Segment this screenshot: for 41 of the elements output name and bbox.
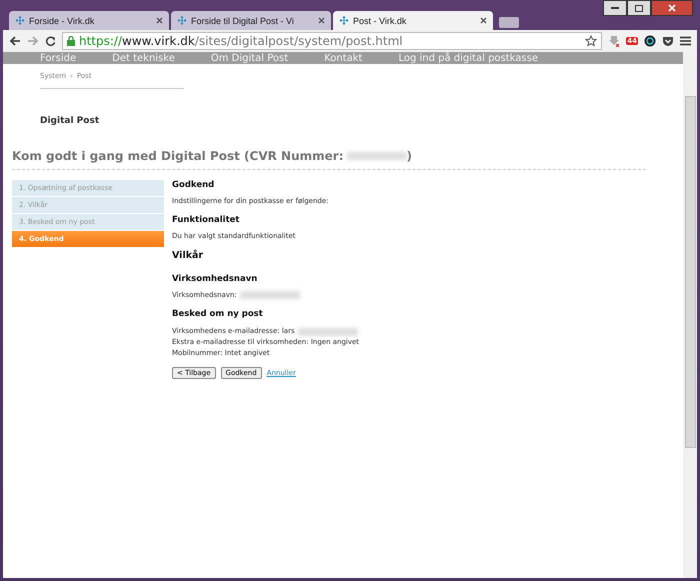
address-bar[interactable]: https://www.virk.dk/sites/digitalpost/system/post.html: [62, 32, 602, 50]
subheading: Virksomhedsnavn: [172, 274, 258, 284]
heading-parenthesis: ): [406, 149, 412, 163]
pocket-icon[interactable]: [662, 36, 674, 46]
nav-link[interactable]: Kontakt: [324, 53, 362, 64]
close-icon: [668, 4, 676, 12]
browser-tab[interactable]: Forside til Digital Post - Vi: [171, 11, 331, 30]
subheading: Funktionalitet: [172, 215, 240, 225]
close-icon[interactable]: [480, 17, 487, 24]
reload-icon[interactable]: [45, 36, 56, 46]
subheading: Vilkår: [172, 250, 204, 261]
lock-icon: [67, 36, 75, 46]
nav-link[interactable]: Forside: [40, 53, 76, 64]
close-button[interactable]: [651, 0, 693, 16]
url-text: https://www.virk.dk/sites/digitalpost/system/post.html: [79, 34, 403, 48]
menu-icon[interactable]: [680, 36, 691, 46]
nav-link[interactable]: Om Digital Post: [210, 53, 288, 64]
site-icon: [15, 16, 25, 25]
minimize-icon: [611, 6, 619, 10]
site-icon: [177, 16, 187, 25]
extension-icon[interactable]: [644, 35, 656, 47]
subheading: Godkend: [172, 180, 216, 190]
close-icon[interactable]: [318, 17, 325, 24]
download-icon[interactable]: [608, 35, 620, 47]
star-icon[interactable]: [585, 35, 598, 47]
back-icon[interactable]: [9, 36, 21, 46]
close-icon[interactable]: [156, 17, 163, 24]
nav-link[interactable]: Log ind på digital postkasse: [398, 53, 538, 64]
browser-tab[interactable]: Post - Virk.dk: [333, 11, 493, 30]
scrollbar-thumb[interactable]: [684, 96, 696, 448]
section-heading: Kom godt i gang med Digital Post (CVR Nummer:: [12, 149, 344, 163]
scrollbar[interactable]: [683, 52, 697, 578]
subheading: Besked om ny post: [172, 309, 264, 319]
maximize-button[interactable]: [627, 0, 651, 16]
page-title: Digital Post: [40, 116, 100, 126]
maximize-icon: [635, 4, 643, 12]
minimize-button[interactable]: [603, 0, 627, 16]
site-icon: [339, 16, 349, 25]
redacted-text: [346, 152, 406, 160]
browser-tab[interactable]: Forside - Virk.dk: [9, 11, 169, 30]
nav-link[interactable]: Det tekniske: [112, 53, 175, 64]
